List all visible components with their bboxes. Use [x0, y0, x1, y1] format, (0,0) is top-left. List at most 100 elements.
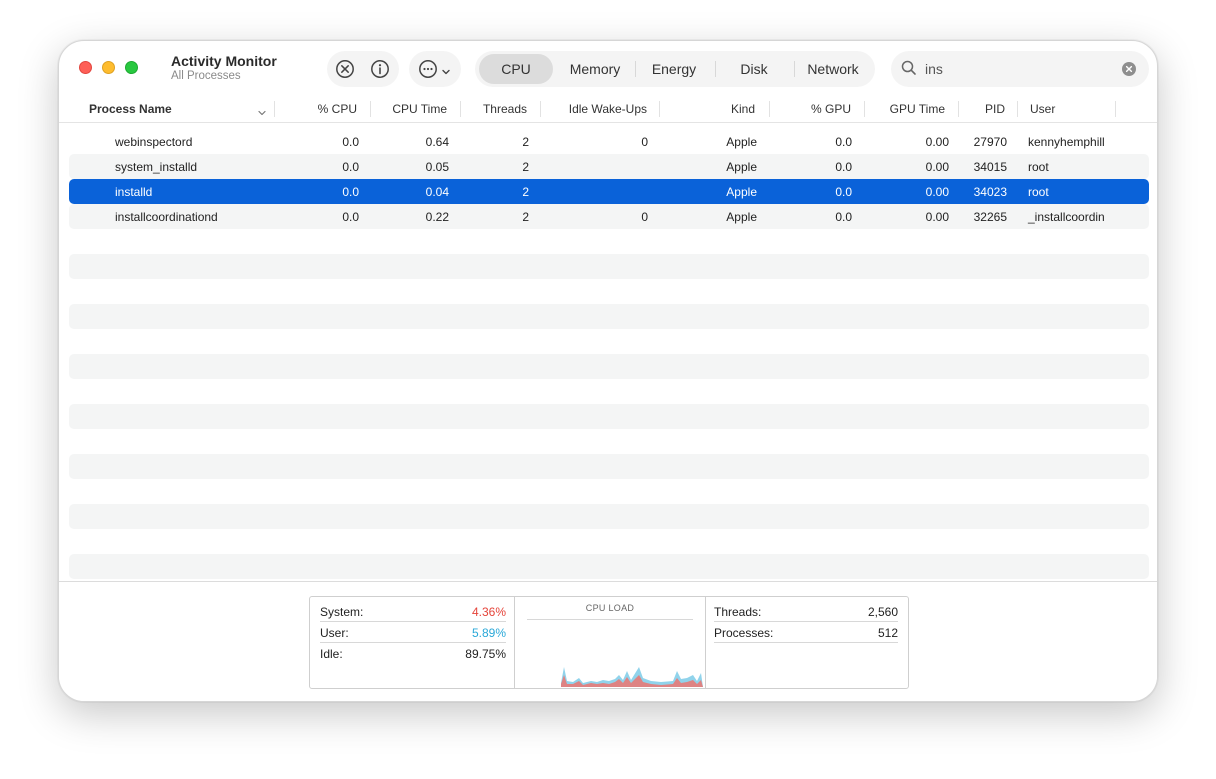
clear-search-icon[interactable] [1122, 62, 1136, 81]
cell-pid: 27970 [973, 135, 1007, 149]
system-value: 4.36% [471, 605, 506, 619]
minimize-window-button[interactable] [102, 61, 115, 74]
cell-pid: 34015 [973, 160, 1007, 174]
user-stat: User: 5.89% [320, 622, 506, 643]
more-actions-button[interactable] [409, 51, 461, 87]
tab-memory[interactable]: Memory [557, 54, 633, 84]
cpu-load-sparkline [561, 667, 703, 687]
system-label: System: [320, 605, 364, 619]
empty-row [69, 304, 1149, 329]
column-header-cpu[interactable]: % CPU [313, 102, 357, 116]
cell-process-name: system_installd [115, 160, 198, 174]
cell-process-name: webinspectord [115, 135, 193, 149]
tab-divider [715, 61, 716, 77]
empty-row [69, 254, 1149, 279]
table-row-selected[interactable]: installd 0.0 0.04 2 Apple 0.0 0.00 34023… [69, 179, 1149, 204]
tab-energy[interactable]: Energy [637, 54, 711, 84]
cell-gpu: 0.0 [835, 210, 852, 224]
column-divider[interactable] [540, 101, 541, 117]
empty-row [69, 379, 1149, 404]
idle-label: Idle: [320, 647, 343, 661]
cell-cpu: 0.0 [342, 135, 359, 149]
idle-stat: Idle: 89.75% [320, 643, 506, 664]
empty-row [69, 554, 1149, 579]
cell-process-name: installd [115, 185, 153, 199]
column-divider[interactable] [769, 101, 770, 117]
cell-cpu-time: 0.05 [425, 160, 449, 174]
toolbar: Activity Monitor All Processes CPU Memor… [59, 41, 1157, 97]
empty-row [69, 279, 1149, 304]
cell-gpu: 0.0 [835, 135, 852, 149]
search-input[interactable]: ins [925, 61, 943, 77]
cell-pid: 32265 [973, 210, 1007, 224]
chevron-down-icon [441, 64, 451, 82]
cell-cpu: 0.0 [342, 160, 359, 174]
column-divider[interactable] [370, 101, 371, 117]
column-divider[interactable] [864, 101, 865, 117]
view-tabs: CPU Memory Energy Disk Network [475, 51, 875, 87]
app-title: Activity Monitor [171, 53, 277, 69]
cell-gpu: 0.0 [835, 160, 852, 174]
cell-kind: Apple [726, 185, 757, 199]
cell-threads: 2 [522, 185, 529, 199]
tab-cpu[interactable]: CPU [479, 54, 553, 84]
cell-kind: Apple [726, 135, 757, 149]
app-subtitle[interactable]: All Processes [171, 70, 241, 82]
column-divider[interactable] [958, 101, 959, 117]
info-icon[interactable] [370, 59, 390, 84]
graph-divider [527, 619, 693, 620]
column-header-gpu-time[interactable]: GPU Time [877, 102, 945, 116]
column-header-threads[interactable]: Threads [471, 102, 527, 116]
empty-row [69, 329, 1149, 354]
tab-network[interactable]: Network [795, 54, 871, 84]
empty-row [69, 404, 1149, 429]
threads-label: Threads: [714, 605, 762, 619]
cell-gpu-time: 0.00 [925, 160, 949, 174]
tab-divider [635, 61, 636, 77]
column-header-kind[interactable]: Kind [699, 102, 755, 116]
thread-process-counts: Threads: 2,560 Processes: 512 [706, 597, 908, 688]
cell-pid: 34023 [973, 185, 1007, 199]
cell-kind: Apple [726, 160, 757, 174]
ellipsis-circle-icon [418, 59, 438, 84]
close-window-button[interactable] [79, 61, 92, 74]
column-divider[interactable] [659, 101, 660, 117]
zoom-window-button[interactable] [125, 61, 138, 74]
processes-stat: Processes: 512 [714, 622, 898, 643]
column-divider[interactable] [274, 101, 275, 117]
tab-disk[interactable]: Disk [717, 54, 791, 84]
table-row[interactable]: webinspectord 0.0 0.64 2 0 Apple 0.0 0.0… [69, 129, 1149, 154]
idle-value: 89.75% [465, 647, 506, 661]
process-table: webinspectord 0.0 0.64 2 0 Apple 0.0 0.0… [69, 129, 1149, 629]
column-divider[interactable] [460, 101, 461, 117]
cell-cpu: 0.0 [342, 210, 359, 224]
user-label: User: [320, 626, 349, 640]
empty-row [69, 454, 1149, 479]
cell-cpu-time: 0.22 [425, 210, 449, 224]
cell-threads: 2 [522, 210, 529, 224]
column-header-process-name[interactable]: Process Name [89, 102, 172, 116]
cell-idle-wake-ups: 0 [641, 135, 648, 149]
table-header: Process Name % CPU CPU Time Threads Idle… [59, 97, 1157, 123]
stop-process-icon[interactable] [335, 59, 355, 84]
processes-label: Processes: [714, 626, 774, 640]
column-header-gpu[interactable]: % GPU [799, 102, 851, 116]
search-icon [901, 60, 917, 81]
column-header-user[interactable]: User [1030, 102, 1055, 116]
column-header-cpu-time[interactable]: CPU Time [381, 102, 447, 116]
empty-row [69, 504, 1149, 529]
empty-row [69, 354, 1149, 379]
cpu-load-graph: CPU LOAD [515, 597, 706, 688]
column-divider[interactable] [1115, 101, 1116, 117]
column-header-idle-wake-ups[interactable]: Idle Wake-Ups [549, 102, 647, 116]
cpu-load-title: CPU LOAD [585, 603, 635, 613]
table-row[interactable]: system_installd 0.0 0.05 2 Apple 0.0 0.0… [69, 154, 1149, 179]
table-row[interactable]: installcoordinationd 0.0 0.22 2 0 Apple … [69, 204, 1149, 229]
cell-gpu-time: 0.00 [925, 210, 949, 224]
column-divider[interactable] [1017, 101, 1018, 117]
search-field[interactable]: ins [891, 51, 1149, 87]
cell-threads: 2 [522, 135, 529, 149]
column-header-pid[interactable]: PID [965, 102, 1005, 116]
sort-chevron-icon[interactable] [257, 105, 267, 123]
cell-user: _installcoordin [1028, 210, 1105, 224]
